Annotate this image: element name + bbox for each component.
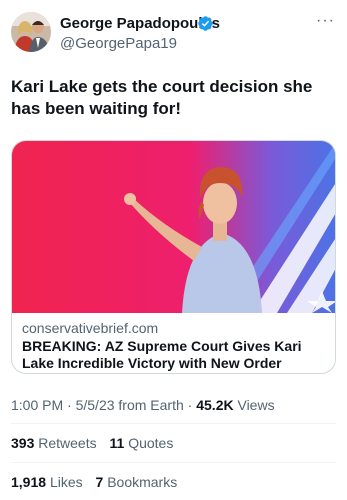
views-label: Views [237,397,275,413]
verified-badge-icon [198,16,213,31]
divider [11,462,336,463]
meta-separator: · [67,397,76,413]
bookmarks-count: 7 [95,474,104,490]
retweets-count: 393 [11,435,35,451]
card-body: conservativebrief.com BREAKING: AZ Supre… [12,313,335,373]
bookmarks-stat[interactable]: 7 Bookmarks [96,474,178,490]
bookmarks-label: Bookmarks [107,474,178,490]
stats-row-engagement: 1,918 Likes 7 Bookmarks [11,473,186,491]
tweet-time[interactable]: 1:00 PM [11,397,63,413]
quotes-count: 11 [109,435,125,451]
tweet-header: George Papadopoulos @GeorgePapa19 ··· [0,0,347,60]
card-title: BREAKING: AZ Supreme Court Gives Kari La… [22,338,302,371]
tweet-meta: 1:00 PM · 5/5/23 from Earth · 45.2K View… [11,396,275,414]
retweets-label: Retweets [38,435,97,451]
retweets-stat[interactable]: 393 Retweets [11,435,101,451]
quotes-stat[interactable]: 11 Quotes [110,435,174,451]
divider [11,423,336,424]
quotes-label: Quotes [128,435,174,451]
link-card[interactable]: conservativebrief.com BREAKING: AZ Supre… [11,140,336,374]
likes-label: Likes [49,474,83,490]
avatar[interactable] [11,12,51,52]
views-count: 45.2K [196,397,234,413]
likes-stat[interactable]: 1,918 Likes [11,474,87,490]
card-image [12,141,335,313]
card-domain: conservativebrief.com [22,320,159,336]
tweet-text: Kari Lake gets the court decision she ha… [11,77,313,118]
likes-count: 1,918 [11,474,47,490]
stats-row-shares: 393 Retweets 11 Quotes [11,434,182,452]
tweet-date[interactable]: 5/5/23 [76,397,115,413]
author-handle[interactable]: @GeorgePapa19 [60,35,177,53]
more-options-icon[interactable]: ··· [316,13,335,29]
tweet-source: from Earth [118,397,184,413]
meta-separator: · [187,397,197,413]
